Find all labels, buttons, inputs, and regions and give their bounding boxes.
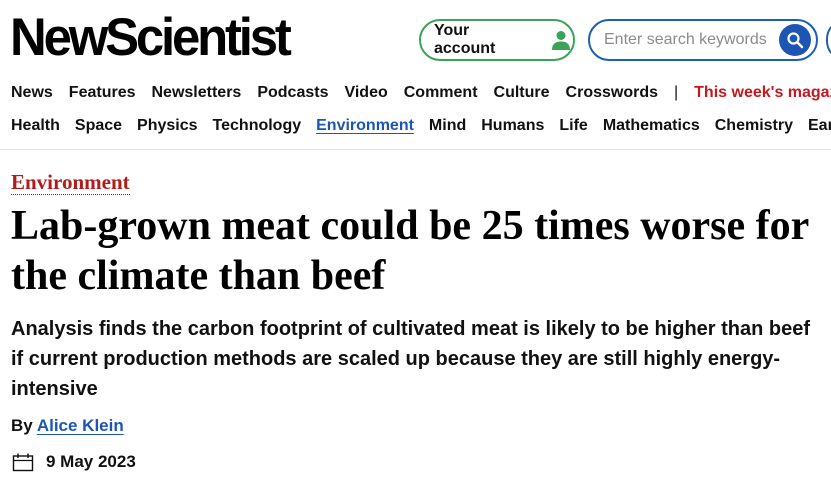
nav-item-crosswords[interactable]: Crosswords [566, 84, 658, 102]
topic-earth[interactable]: Earth [808, 117, 831, 135]
nav-item-podcasts[interactable]: Podcasts [257, 84, 328, 102]
topic-space[interactable]: Space [75, 117, 122, 135]
header-divider [0, 149, 831, 150]
topic-nav: Health Space Physics Technology Environm… [11, 117, 831, 135]
topic-chemistry[interactable]: Chemistry [715, 117, 793, 135]
publish-date-text: 9 May 2023 [46, 452, 136, 471]
nav-item-magazine[interactable]: This week's magazine [694, 84, 831, 102]
nav-item-news[interactable]: News [11, 84, 53, 102]
nav-item-comment[interactable]: Comment [404, 84, 478, 102]
topic-humans[interactable]: Humans [481, 117, 544, 135]
newscientist-logo[interactable]: NewScientist [10, 7, 292, 69]
calendar-icon [12, 453, 34, 472]
topic-physics[interactable]: Physics [137, 117, 197, 135]
byline-prefix: By [11, 416, 33, 435]
topic-environment[interactable]: Environment [316, 117, 414, 135]
site-header: NewScientist Your account [0, 0, 831, 78]
nav-item-features[interactable]: Features [69, 84, 136, 102]
search-icon [787, 32, 804, 49]
account-label: Your account [434, 22, 496, 57]
nav-item-culture[interactable]: Culture [494, 84, 550, 102]
nav-item-newsletters[interactable]: Newsletters [152, 84, 242, 102]
primary-nav: News Features Newsletters Podcasts Video… [11, 84, 831, 102]
byline: By Alice Klein [11, 416, 124, 436]
article-standfirst: Analysis finds the carbon footprint of c… [11, 318, 811, 400]
page: NewScientist Your account News Features … [0, 0, 831, 483]
search-button[interactable] [779, 24, 811, 56]
author-link[interactable]: Alice Klein [37, 416, 124, 435]
topic-technology[interactable]: Technology [213, 117, 302, 135]
topic-health[interactable]: Health [11, 117, 60, 135]
topic-mind[interactable]: Mind [429, 117, 466, 135]
search-input[interactable] [604, 29, 774, 51]
menu-button[interactable] [826, 19, 831, 61]
topic-life[interactable]: Life [559, 117, 587, 135]
search-box [588, 19, 818, 61]
your-account-button[interactable]: Your account [419, 19, 575, 61]
nav-item-video[interactable]: Video [344, 84, 387, 102]
person-icon [552, 31, 571, 50]
nav-separator: | [674, 84, 679, 101]
publish-date: 9 May 2023 [12, 452, 136, 472]
article-headline: Lab-grown meat could be 25 times worse f… [11, 203, 809, 299]
article-category-link[interactable]: Environment [11, 170, 130, 195]
topic-mathematics[interactable]: Mathematics [603, 117, 700, 135]
